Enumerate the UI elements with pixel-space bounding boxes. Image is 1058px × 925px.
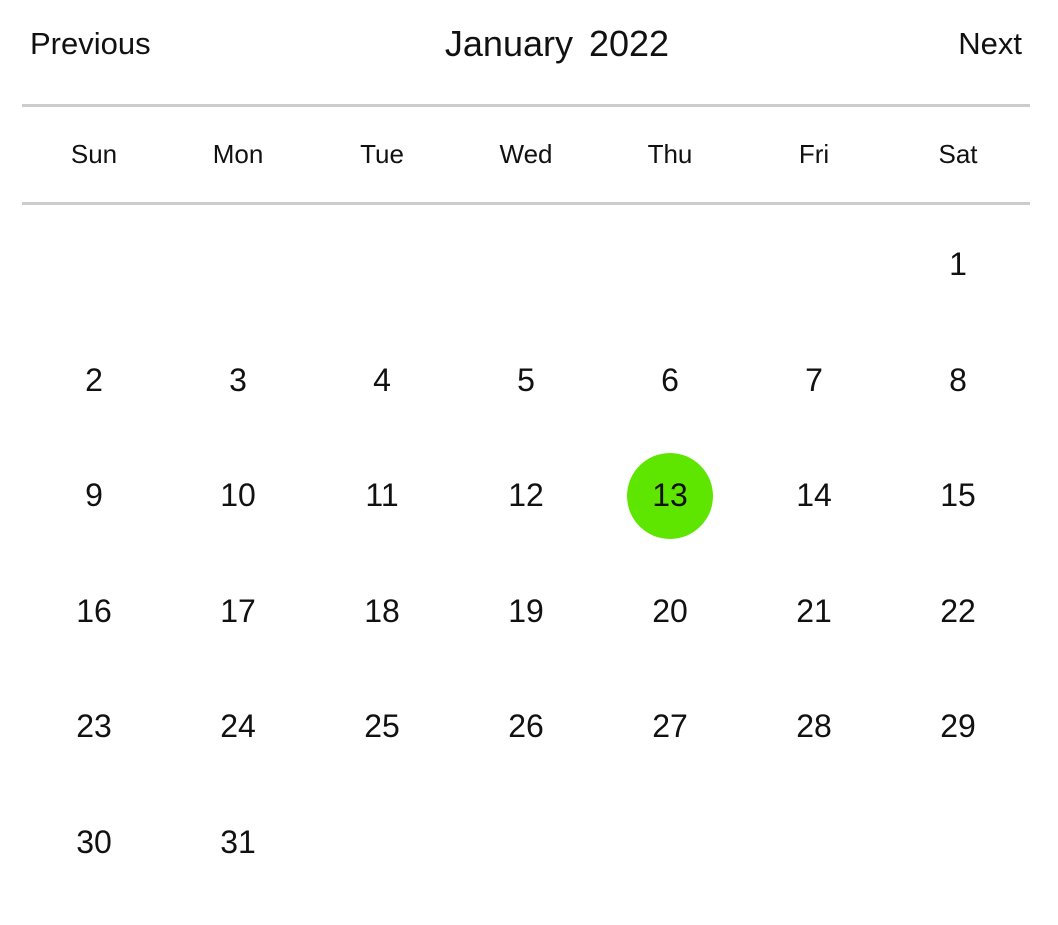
day-number: 4 xyxy=(373,361,391,398)
day-cell[interactable]: 19 xyxy=(454,554,598,670)
day-number: 12 xyxy=(508,477,544,514)
day-cell[interactable]: 11 xyxy=(310,438,454,554)
day-cell[interactable]: 3 xyxy=(166,323,310,439)
day-cell[interactable]: 30 xyxy=(22,785,166,901)
day-number: 20 xyxy=(652,592,688,629)
weekday-label: Sun xyxy=(70,139,118,169)
day-number: 1 xyxy=(949,246,967,283)
next-month-button[interactable]: Next xyxy=(958,24,1022,64)
day-number: 2 xyxy=(85,361,103,398)
day-cell[interactable]: 15 xyxy=(886,438,1030,554)
day-cell[interactable]: 29 xyxy=(886,669,1030,785)
weekday-label: Wed xyxy=(499,139,553,169)
day-number: 22 xyxy=(940,592,976,629)
day-number: 15 xyxy=(940,477,976,514)
day-number: 29 xyxy=(940,708,976,745)
day-cell[interactable]: 10 xyxy=(166,438,310,554)
day-cell[interactable]: 14 xyxy=(742,438,886,554)
day-cell[interactable]: 21 xyxy=(742,554,886,670)
month-year-title: January 2022 xyxy=(444,23,670,64)
day-cell[interactable]: 27 xyxy=(598,669,742,785)
day-number: 6 xyxy=(661,361,679,398)
day-number: 26 xyxy=(508,708,544,745)
day-cell[interactable]: 12 xyxy=(454,438,598,554)
weekday-divider xyxy=(22,202,1030,205)
day-cell[interactable]: 18 xyxy=(310,554,454,670)
weekday-header-row: Sun Mon Tue Wed Thu Fri Sat xyxy=(22,107,1030,202)
empty-day-cell xyxy=(166,207,310,323)
empty-day-cell xyxy=(22,207,166,323)
weekday-label: Mon xyxy=(212,139,264,169)
day-number: 11 xyxy=(365,477,399,514)
day-number: 16 xyxy=(76,592,112,629)
day-number: 19 xyxy=(508,592,544,629)
day-cell[interactable]: 23 xyxy=(22,669,166,785)
day-number: 14 xyxy=(796,477,832,514)
empty-day-cell xyxy=(598,207,742,323)
day-cell[interactable]: 20 xyxy=(598,554,742,670)
day-number: 24 xyxy=(220,708,256,745)
day-number: 30 xyxy=(76,823,112,860)
day-cell[interactable]: 31 xyxy=(166,785,310,901)
day-cell[interactable]: 2 xyxy=(22,323,166,439)
calendar-header: Previous January 2022 Next xyxy=(0,0,1058,88)
day-cell[interactable]: 25 xyxy=(310,669,454,785)
day-cell[interactable]: 7 xyxy=(742,323,886,439)
day-cell[interactable]: 4 xyxy=(310,323,454,439)
day-number: 28 xyxy=(796,708,832,745)
day-number: 8 xyxy=(949,361,967,398)
day-number: 3 xyxy=(229,361,247,398)
day-number: 21 xyxy=(796,592,832,629)
day-cell[interactable]: 6 xyxy=(598,323,742,439)
day-cell[interactable]: 22 xyxy=(886,554,1030,670)
day-cell[interactable]: 26 xyxy=(454,669,598,785)
day-number: 18 xyxy=(364,592,400,629)
empty-day-cell xyxy=(742,207,886,323)
weekday-label: Thu xyxy=(647,139,693,169)
day-number: 7 xyxy=(805,361,823,398)
day-number: 9 xyxy=(85,477,103,514)
day-cell-selected[interactable]: 13 xyxy=(598,438,742,554)
day-number: 5 xyxy=(517,361,535,398)
weekday-label: Sat xyxy=(938,139,978,169)
day-cell[interactable]: 16 xyxy=(22,554,166,670)
empty-day-cell xyxy=(310,207,454,323)
day-cell[interactable]: 5 xyxy=(454,323,598,439)
day-grid: 1 2 3 4 5 6 7 8 9 10 11 12 13 14 15 16 17 18 19 20 21 22 23 24 2… xyxy=(22,207,1030,900)
day-cell[interactable]: 24 xyxy=(166,669,310,785)
weekday-label: Fri xyxy=(798,139,830,169)
day-number: 31 xyxy=(220,823,256,860)
day-cell[interactable]: 8 xyxy=(886,323,1030,439)
day-cell[interactable]: 1 xyxy=(886,207,1030,323)
day-number: 23 xyxy=(76,708,112,745)
empty-day-cell xyxy=(454,207,598,323)
day-cell[interactable]: 9 xyxy=(22,438,166,554)
day-number: 10 xyxy=(220,477,256,514)
day-number: 13 xyxy=(627,452,713,539)
day-number: 25 xyxy=(364,708,400,745)
day-number: 27 xyxy=(652,708,688,745)
day-number: 17 xyxy=(220,592,256,629)
day-cell[interactable]: 28 xyxy=(742,669,886,785)
weekday-label: Tue xyxy=(360,139,404,169)
day-cell[interactable]: 17 xyxy=(166,554,310,670)
